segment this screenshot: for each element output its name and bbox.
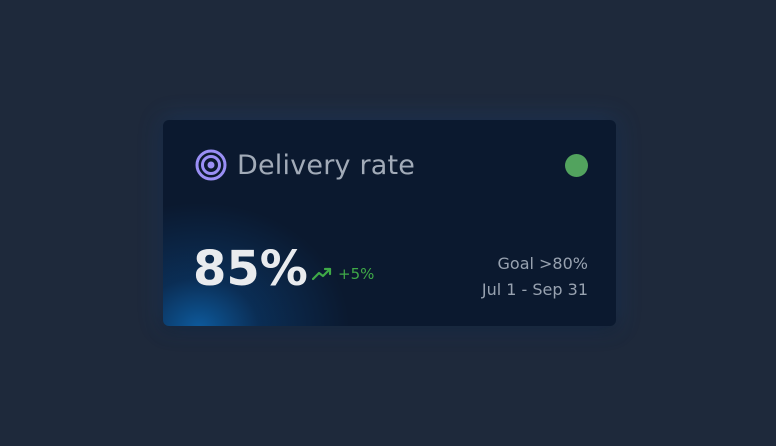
date-range-label: Jul 1 - Sep 31 [481, 280, 588, 299]
goal-label: Goal >80% [497, 254, 589, 273]
trending-up-icon [311, 266, 332, 282]
card-title: Delivery rate [237, 149, 416, 181]
metric-value: 85% [193, 241, 308, 297]
trend-value: +5% [338, 265, 375, 283]
page-background: Delivery rate 85% +5% Goal >80% Jul 1 - … [0, 0, 776, 446]
delivery-rate-card: Delivery rate 85% +5% Goal >80% Jul 1 - … [163, 120, 616, 326]
card-meta: Goal >80% Jul 1 - Sep 31 [482, 251, 588, 303]
target-icon [195, 149, 227, 181]
trend-badge: +5% [311, 264, 375, 284]
status-indicator [565, 154, 588, 177]
card-header: Delivery rate [195, 148, 415, 182]
